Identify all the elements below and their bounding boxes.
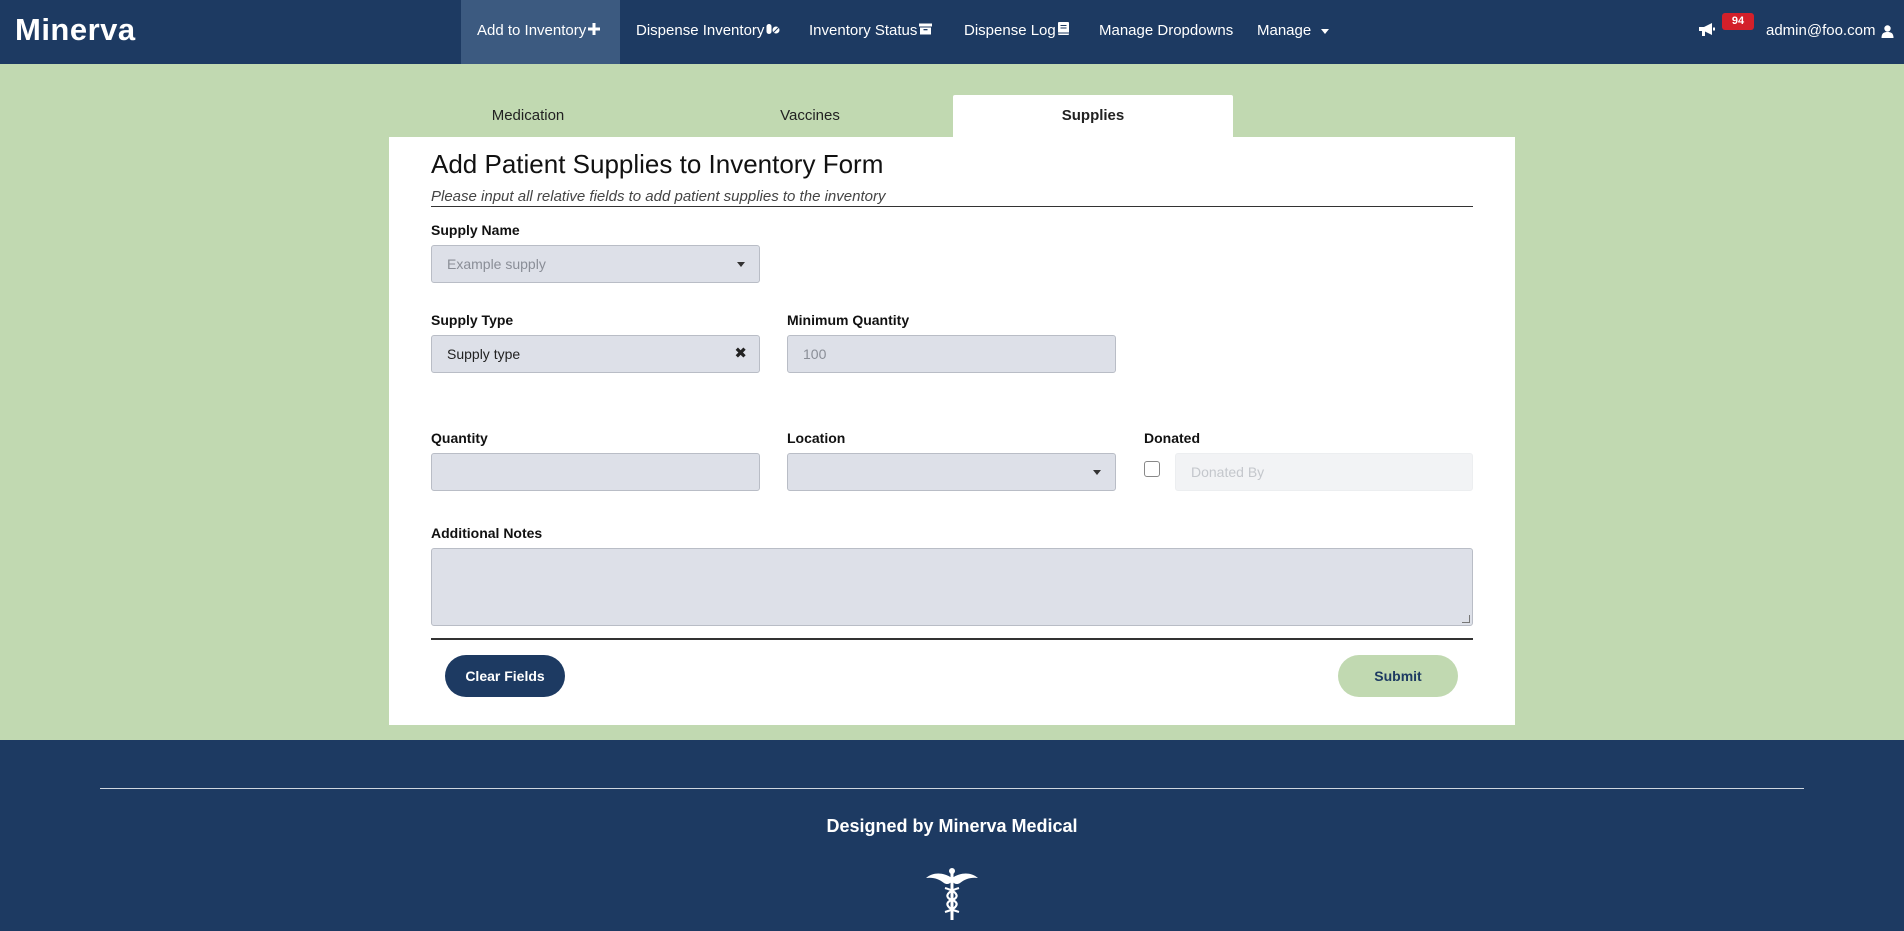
minimum-quantity-label: Minimum Quantity <box>787 312 910 328</box>
nav-add-to-inventory-label: Add to Inventory <box>477 22 587 39</box>
nav-dispense-inventory-label: Dispense Inventory <box>636 22 765 39</box>
minimum-quantity-input[interactable]: 100 <box>787 335 1116 373</box>
footer: Designed by Minerva Medical <box>0 740 1904 931</box>
nav-manage-dropdown[interactable]: Manage <box>1257 0 1330 64</box>
user-email: admin@foo.com <box>1766 22 1876 39</box>
nav-manage-label: Manage <box>1257 22 1312 39</box>
clear-icon[interactable]: ✖ <box>734 336 747 372</box>
location-select[interactable] <box>787 453 1116 491</box>
notification-badge: 94 <box>1722 13 1754 30</box>
donated-checkbox[interactable] <box>1144 461 1160 477</box>
nav-dispense-log[interactable]: Dispense Log <box>964 0 1069 64</box>
user-icon <box>1881 24 1894 38</box>
footer-divider <box>100 788 1804 789</box>
supply-type-select[interactable]: Supply type ✖ <box>431 335 760 373</box>
location-label: Location <box>787 430 846 446</box>
chevron-down-icon <box>1093 470 1101 475</box>
supplies-form-card: Add Patient Supplies to Inventory Form P… <box>389 137 1515 725</box>
resize-handle-icon[interactable] <box>1462 615 1470 623</box>
supply-name-select[interactable]: Example supply <box>431 245 760 283</box>
divider-bottom <box>431 638 1473 640</box>
brand-logo[interactable]: Minerva <box>15 12 136 48</box>
nav-dispense-inventory[interactable]: Dispense Inventory <box>636 0 780 64</box>
additional-notes-label: Additional Notes <box>431 525 543 541</box>
user-menu[interactable]: admin@foo.com <box>1766 0 1894 64</box>
divider-top <box>431 206 1473 207</box>
donated-by-input[interactable]: Donated By <box>1175 453 1473 491</box>
book-icon <box>1057 0 1069 62</box>
form-subtitle: Please input all relative fields to add … <box>431 188 886 205</box>
plus-icon <box>588 0 601 62</box>
nav-inventory-status-label: Inventory Status <box>809 22 918 39</box>
additional-notes-textarea[interactable] <box>431 548 1473 626</box>
donated-by-placeholder: Donated By <box>1191 464 1265 480</box>
tab-supplies[interactable]: Supplies <box>953 95 1233 137</box>
top-navbar: Minerva Add to Inventory Dispense Invent… <box>0 0 1904 64</box>
caduceus-icon <box>925 868 979 920</box>
quantity-label: Quantity <box>431 430 488 446</box>
tab-medication[interactable]: Medication <box>388 95 668 137</box>
clear-fields-button[interactable]: Clear Fields <box>445 655 565 697</box>
nav-add-to-inventory[interactable]: Add to Inventory <box>461 0 620 64</box>
nav-manage-dropdowns-label: Manage Dropdowns <box>1099 22 1234 39</box>
form-title: Add Patient Supplies to Inventory Form <box>431 149 884 179</box>
nav-dispense-log-label: Dispense Log <box>964 22 1056 39</box>
footer-credit: Designed by Minerva Medical <box>826 816 1078 836</box>
archive-box-icon <box>919 0 933 62</box>
quantity-input[interactable] <box>431 453 760 491</box>
tab-vaccines[interactable]: Vaccines <box>670 95 950 137</box>
supply-name-label: Supply Name <box>431 222 520 238</box>
megaphone-icon <box>1699 23 1715 36</box>
minimum-quantity-placeholder: 100 <box>803 346 827 362</box>
caret-down-icon <box>1321 28 1330 34</box>
donated-label: Donated <box>1144 430 1200 446</box>
chevron-down-icon <box>737 262 745 267</box>
submit-button[interactable]: Submit <box>1338 655 1458 697</box>
supply-type-value: Supply type <box>447 346 521 362</box>
nav-manage-dropdowns[interactable]: Manage Dropdowns <box>1099 0 1233 64</box>
nav-inventory-status[interactable]: Inventory Status <box>809 0 933 64</box>
pills-icon <box>766 0 780 62</box>
supply-type-label: Supply Type <box>431 312 514 328</box>
supply-name-placeholder: Example supply <box>447 256 546 272</box>
